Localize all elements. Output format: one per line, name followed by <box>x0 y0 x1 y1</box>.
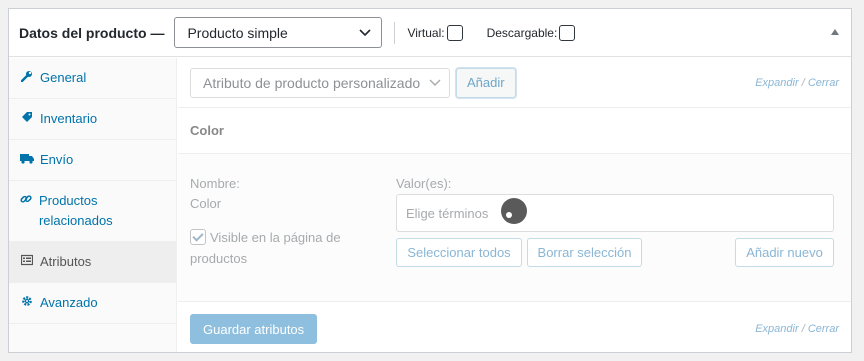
footer-close-all-link[interactable]: Cerrar <box>808 323 839 335</box>
attributes-footer: Guardar atributos Expandir / Cerrar <box>178 302 851 356</box>
tab-advanced-label: Avanzado <box>40 295 98 310</box>
add-new-term-button[interactable]: Añadir nuevo <box>735 238 834 267</box>
tab-inventory-label: Inventario <box>40 111 98 126</box>
header-divider <box>394 21 396 44</box>
mouse-cursor-indicator <box>501 198 527 224</box>
product-type-select[interactable]: Producto simple <box>174 17 383 48</box>
tab-attributes-label: Atributos <box>40 254 92 269</box>
expand-close-links: Expandir / Cerrar <box>755 77 839 89</box>
visible-label: Visible en la página de productos <box>190 230 341 266</box>
wrench-icon <box>19 68 35 88</box>
add-attribute-button[interactable]: Añadir <box>456 67 516 98</box>
footer-expand-close-separator: / <box>801 323 805 335</box>
visible-option[interactable]: Visible en la página de productos <box>190 227 370 269</box>
truck-icon <box>19 150 35 170</box>
name-label: Nombre: <box>190 176 240 191</box>
tab-linked-products[interactable]: Productos relacionados <box>9 181 176 242</box>
tab-shipping-label: Envío <box>40 152 74 167</box>
name-value: Color <box>190 196 222 211</box>
expand-all-link[interactable]: Expandir <box>755 77 798 89</box>
attribute-taxonomy-select[interactable]: Atributo de producto personalizado <box>190 67 450 98</box>
terms-placeholder: Elige términos <box>406 205 489 221</box>
product-data-panel: Datos del producto — Producto simple Vir… <box>8 8 852 353</box>
save-attributes-button[interactable]: Guardar atributos <box>190 314 318 344</box>
gear-icon <box>19 293 35 313</box>
visible-checkbox[interactable] <box>190 229 206 245</box>
footer-expand-close-links: Expandir / Cerrar <box>755 323 839 335</box>
attributes-toolbar: Atributo de producto personalizado Añadi… <box>178 58 851 108</box>
tab-inventory[interactable]: Inventario <box>9 99 176 140</box>
downloadable-option[interactable]: Descargable: <box>486 24 576 41</box>
downloadable-label: Descargable: <box>486 25 558 40</box>
tab-linked-products-label: Productos relacionados <box>38 193 113 228</box>
tag-icon <box>19 109 35 129</box>
tab-attributes[interactable]: Atributos <box>9 242 176 283</box>
virtual-checkbox[interactable] <box>446 24 463 41</box>
tab-general[interactable]: General <box>9 58 176 99</box>
panel-header: Datos del producto — Producto simple Vir… <box>9 9 851 57</box>
tab-general-label: General <box>40 70 87 85</box>
attributes-panel: Atributo de producto personalizado Añadi… <box>178 58 851 352</box>
virtual-option[interactable]: Virtual: <box>407 24 463 41</box>
expand-close-separator: / <box>801 76 805 89</box>
panel-title: Datos del producto — <box>19 24 165 41</box>
tab-shipping[interactable]: Envío <box>9 140 176 181</box>
chevron-down-icon <box>429 79 441 86</box>
virtual-label: Virtual: <box>407 25 445 40</box>
terms-input[interactable]: Elige términos <box>396 194 834 232</box>
values-label: Valor(es): <box>396 176 452 191</box>
close-all-link[interactable]: Cerrar <box>808 77 839 89</box>
attribute-body: Nombre: Color Visible en la página de pr… <box>178 154 851 302</box>
link-icon <box>19 191 34 211</box>
downloadable-checkbox[interactable] <box>559 24 576 41</box>
chevron-down-icon <box>359 28 372 36</box>
tab-advanced[interactable]: Avanzado <box>9 283 176 324</box>
select-all-button[interactable]: Seleccionar todos <box>396 238 522 267</box>
product-data-tabs: General Inventario Envío Productos relac… <box>9 58 177 352</box>
attribute-taxonomy-value: Atributo de producto personalizado <box>203 74 421 91</box>
product-type-value: Producto simple <box>187 24 288 41</box>
clear-selection-button[interactable]: Borrar selección <box>527 238 642 267</box>
list-icon <box>19 252 35 272</box>
attribute-heading[interactable]: Color <box>178 108 851 154</box>
collapse-arrow-icon[interactable] <box>831 29 839 35</box>
footer-expand-all-link[interactable]: Expandir <box>755 323 798 335</box>
